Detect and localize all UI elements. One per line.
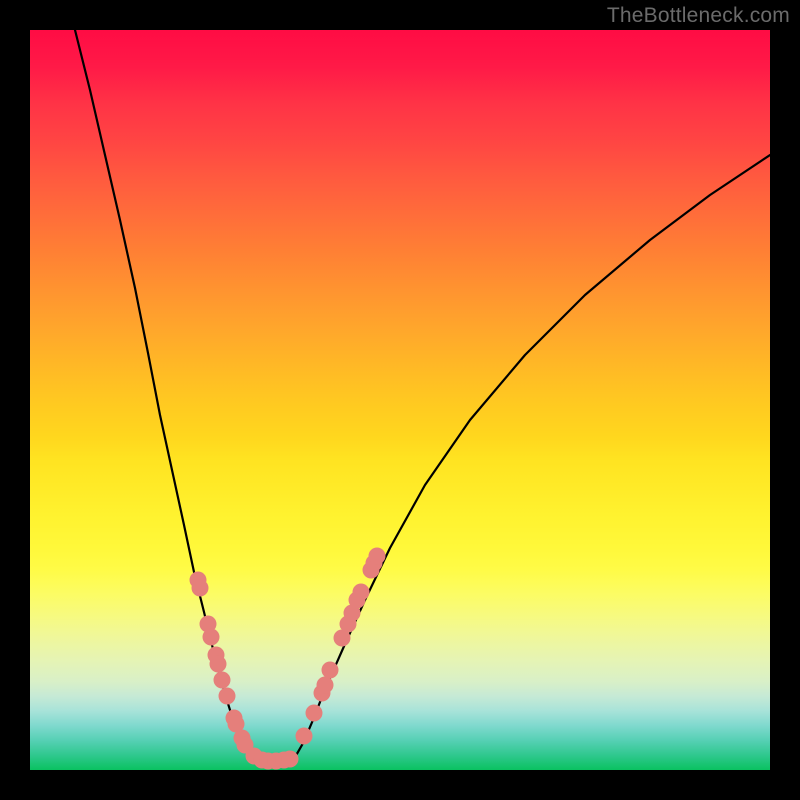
chart-frame: TheBottleneck.com	[0, 0, 800, 800]
data-marker	[192, 580, 209, 597]
data-marker	[353, 584, 370, 601]
data-marker	[214, 672, 231, 689]
data-marker	[317, 677, 334, 694]
bottleneck-curve	[75, 30, 770, 762]
data-marker	[282, 751, 299, 768]
marker-cluster	[190, 548, 386, 770]
watermark-text: TheBottleneck.com	[607, 4, 790, 28]
data-marker	[369, 548, 386, 565]
data-marker	[296, 728, 313, 745]
plot-area	[30, 30, 770, 770]
curve-svg	[30, 30, 770, 770]
data-marker	[219, 688, 236, 705]
data-marker	[203, 629, 220, 646]
data-marker	[322, 662, 339, 679]
data-marker	[306, 705, 323, 722]
data-marker	[210, 656, 227, 673]
